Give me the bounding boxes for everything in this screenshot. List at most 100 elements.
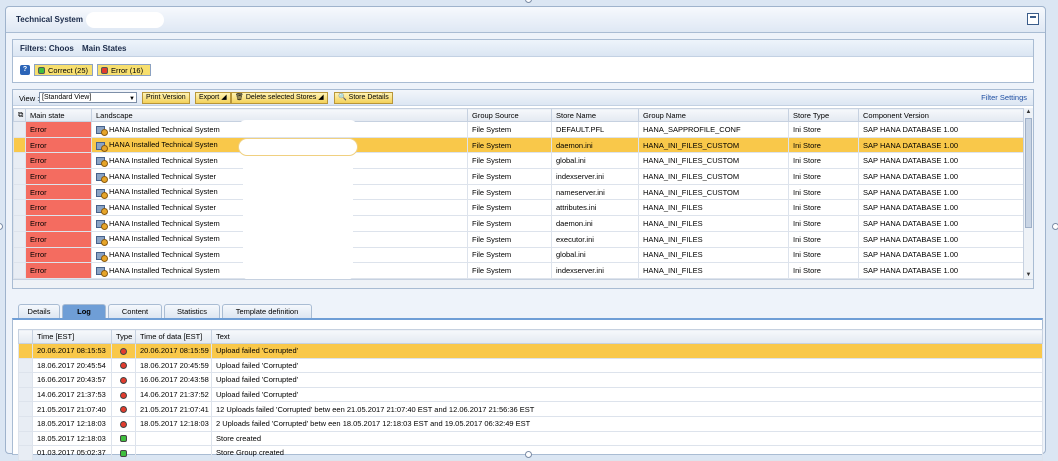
table-row[interactable]: 21.05.2017 21:07:40 21.05.2017 21:07:41 12… [18,401,1043,417]
table-cell-version: SAP HANA DATABASE 1.00 [858,215,1024,232]
column-header[interactable]: Text [211,329,1043,344]
table-row[interactable]: 18.05.2017 12:18:03 18.05.2017 12:18:03 2 … [18,415,1043,432]
table-row[interactable]: 16.06.2017 20:43:57 16.06.2017 20:43:58 Up… [18,372,1043,388]
log-data-time-cell: 18.05.2017 12:18:03 [135,415,212,432]
column-header[interactable]: Group Source [467,108,552,122]
cell-text: SAP HANA DATABASE 1.00 [863,187,959,197]
select-all-icon[interactable]: ⧉ [13,108,26,122]
stores-table: ⧉ Main state Landscape Group Source Stor… [13,108,1024,279]
table-row[interactable]: 20.06.2017 08:15:53 20.06.2017 08:15:59 Up… [18,343,1043,359]
table-row[interactable]: Error HANA Installed Technical Syster File… [13,199,1024,217]
filter-settings-link[interactable]: Filter Settings [981,93,1027,102]
table-row[interactable]: Error HANA Installed Technical Systen File… [13,152,1024,170]
filter-chip-correct[interactable]: Correct (25) [34,64,93,76]
scroll-up-icon[interactable]: ▲ [1024,108,1033,117]
vertical-scrollbar[interactable]: ▲ ▼ [1023,108,1033,280]
cell-text: Error [30,234,47,244]
row-selector[interactable] [18,386,33,403]
table-row[interactable]: Error HANA Installed Technical System File… [13,215,1024,232]
redacted-area [238,120,358,136]
row-selector[interactable] [13,215,26,232]
print-version-button[interactable]: Print Version [142,92,190,104]
row-selector[interactable] [18,415,33,432]
row-selector[interactable] [13,152,26,170]
log-type-cell [111,445,136,461]
row-selector[interactable] [13,230,26,248]
table-cell-version: SAP HANA DATABASE 1.00 [858,121,1024,138]
resize-handle[interactable] [525,451,532,458]
row-selector[interactable] [13,183,26,201]
cell-text: HANA_INI_FILES_CUSTOM [643,156,740,166]
tab-content[interactable]: Content [108,304,162,318]
table-row[interactable]: Error HANA Installed Technical System File… [13,121,1024,138]
resize-handle[interactable] [525,0,532,3]
tab-details[interactable]: Details [18,304,60,318]
table-row[interactable]: Error HANA Installed Technical System File… [13,262,1024,279]
store-details-label: Store Details [348,94,389,101]
tab-log[interactable]: Log [62,304,106,318]
delete-selected-stores-button[interactable]: 🗑 Delete selected Stores ◢ [231,92,328,104]
column-header[interactable]: Group Name [638,108,789,122]
table-cell-source: File System [467,136,552,154]
row-selector[interactable] [18,445,33,461]
table-row[interactable]: Error HANA Installed Technical System File… [13,246,1024,264]
horizontal-scrollbar[interactable] [13,279,1033,288]
cell-text: HANA Installed Technical Syster [109,171,216,181]
table-cell-source: File System [467,183,552,201]
help-icon[interactable]: ? [20,65,30,75]
row-selector[interactable] [13,136,26,154]
resize-handle[interactable] [1052,223,1058,230]
store-details-button[interactable]: 🔍 Store Details [334,92,393,104]
row-selector[interactable] [13,262,26,279]
cell-text: File System [472,234,512,244]
tab-template-definition[interactable]: Template definition [222,304,312,318]
row-selector[interactable] [18,401,33,417]
table-cell-type: Ini Store [788,246,859,264]
table-row[interactable]: 18.05.2017 12:18:03 Store created [18,430,1043,447]
column-header[interactable]: Store Name [551,108,639,122]
row-selector[interactable] [18,357,33,374]
error-status-icon [120,420,127,428]
resize-handle[interactable] [0,223,3,230]
scroll-thumb[interactable] [1025,118,1032,228]
column-header[interactable]: Type [111,329,136,344]
table-row[interactable]: Error HANA Installed Technical Systen File… [13,136,1024,154]
view-select[interactable]: [Standard View] ▼ [39,92,137,103]
tab-statistics[interactable]: Statistics [164,304,220,318]
table-cell-type: Ini Store [788,136,859,154]
technical-system-icon [96,125,108,137]
column-header[interactable]: Time of data [EST] [135,329,212,344]
error-status-icon [120,362,127,370]
row-selector[interactable] [13,199,26,217]
table-cell-store: global.ini [551,246,639,264]
export-button[interactable]: Export ◢ [195,92,231,104]
table-row[interactable]: Error HANA Installed Technical Systen File… [13,183,1024,201]
cell-text: SAP HANA DATABASE 1.00 [863,234,959,244]
row-selector[interactable] [18,372,33,388]
cell-text: Ini Store [793,250,821,260]
row-selector[interactable] [18,430,33,447]
error-status-icon [120,391,127,399]
table-cell-store: attributes.ini [551,199,639,217]
column-header[interactable]: Time [EST] [32,329,112,344]
column-header[interactable]: Store Type [788,108,859,122]
table-row[interactable]: Error HANA Installed Technical Syster File… [13,168,1024,185]
row-selector[interactable] [13,168,26,185]
filter-chip-error[interactable]: Error (16) [97,64,151,76]
table-row[interactable]: 18.06.2017 20:45:54 18.06.2017 20:45:59 Up… [18,357,1043,374]
column-header[interactable]: Component Version [858,108,1024,122]
cell-text: HANA Installed Technical Syster [109,203,216,213]
collapse-icon[interactable] [1027,13,1039,25]
export-button-label: Export [199,94,220,101]
cell-text: executor.ini [556,234,594,244]
row-selector[interactable] [18,343,33,359]
row-selector[interactable] [13,246,26,264]
table-row[interactable]: 14.06.2017 21:37:53 14.06.2017 21:37:52 Up… [18,386,1043,403]
cell-text: indexserver.ini [556,171,604,181]
status-cell: Error [25,262,92,279]
row-selector[interactable] [13,121,26,138]
technical-system-icon [96,156,108,168]
technical-system-icon [96,251,108,262]
table-row[interactable]: Error HANA Installed Technical System File… [13,230,1024,248]
column-header[interactable]: Main state [25,108,92,122]
